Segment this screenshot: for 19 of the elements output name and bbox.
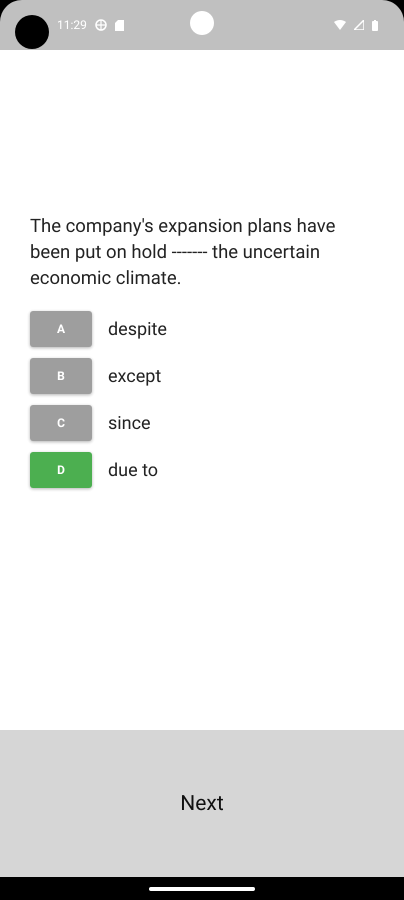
option-text: except: [108, 366, 162, 386]
option-letter-button[interactable]: C: [30, 405, 92, 441]
option-letter-button[interactable]: B: [30, 358, 92, 394]
option-letter-button[interactable]: D: [30, 452, 92, 488]
home-indicator[interactable]: [149, 886, 255, 890]
question-text: The company's expansion plans have been put on hold ------- the uncertain economic climate.: [30, 214, 336, 291]
option-text: due to: [108, 460, 158, 480]
next-button[interactable]: Next: [0, 730, 404, 877]
signal-icon: [354, 20, 364, 30]
status-time: 11:29: [57, 18, 87, 32]
option-text: despite: [108, 318, 167, 340]
camera-icon: [15, 15, 49, 49]
option-letter-button[interactable]: A: [30, 311, 92, 347]
wifi-icon: [334, 20, 346, 30]
globe-icon: [94, 19, 107, 31]
battery-icon: [372, 20, 378, 30]
sd-card-icon: [114, 20, 124, 30]
option-text: since: [108, 412, 151, 434]
notch-dot-icon: [190, 11, 214, 35]
